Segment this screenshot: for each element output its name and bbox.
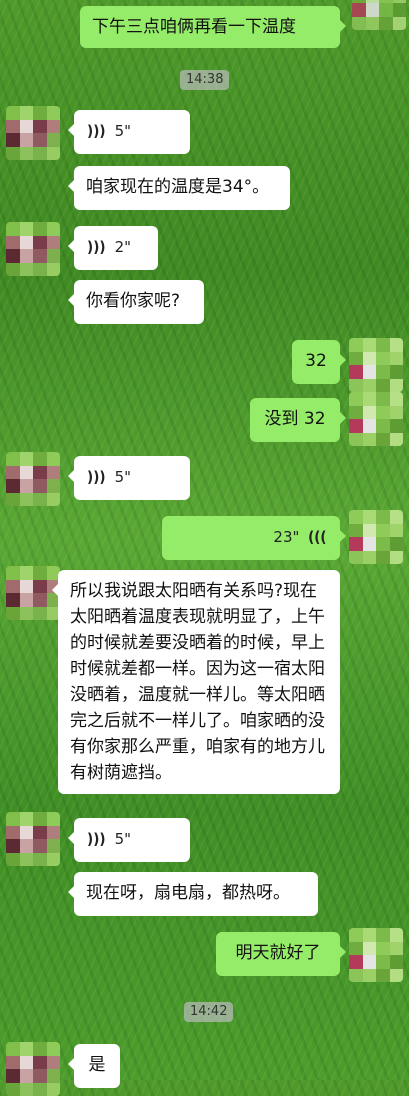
incoming-text-bubble[interactable]: 你看你家呢? (68, 280, 204, 324)
outgoing-voice-bubble[interactable]: 23" ))) (162, 516, 346, 560)
voice-duration: 2" (114, 238, 132, 256)
incoming-voice-bubble[interactable]: ))) 2" (68, 226, 158, 270)
outgoing-text-bubble[interactable]: 明天就好了 (216, 932, 346, 976)
voice-duration: 23" (273, 528, 300, 546)
incoming-text-bubble[interactable]: 是 (68, 1044, 120, 1088)
right-avatar-top[interactable] (352, 0, 406, 30)
right-avatar[interactable] (349, 510, 403, 564)
message-text: 没到 32 (264, 409, 326, 429)
voice-duration: 5" (114, 122, 132, 140)
message-text: 现在呀，扇电扇，都热呀。 (86, 883, 290, 903)
outgoing-text-bubble[interactable]: 下午三点咱俩再看一下温度 (80, 6, 346, 48)
right-avatar[interactable] (349, 928, 403, 982)
message-text: 咱家现在的温度是34°。 (86, 177, 270, 197)
left-avatar[interactable] (6, 452, 60, 506)
incoming-text-bubble[interactable]: 现在呀，扇电扇，都热呀。 (68, 872, 318, 916)
timestamp: 14:42 (184, 1002, 234, 1022)
message-text: 明天就好了 (235, 943, 321, 963)
message-text: 所以我说跟太阳晒有关系吗?现在太阳晒着温度表现就明显了，上午的时候就差要没晒着的… (70, 581, 325, 783)
left-avatar[interactable] (6, 812, 60, 866)
message-text: 32 (305, 351, 327, 371)
voice-duration: 5" (114, 468, 132, 486)
incoming-text-bubble[interactable]: 咱家现在的温度是34°。 (68, 166, 290, 210)
voice-wave-icon: ))) (87, 468, 106, 486)
chat-area[interactable]: 下午三点咱俩再看一下温度 14:38 ))) 5" 咱家现在的温度是34°。 )… (0, 0, 409, 1096)
left-avatar[interactable] (6, 106, 60, 160)
voice-wave-icon: ))) (87, 238, 106, 256)
message-text: 你看你家呢? (86, 291, 181, 311)
incoming-voice-bubble[interactable]: ))) 5" (68, 110, 190, 154)
message-text: 是 (88, 1055, 106, 1075)
right-avatar[interactable] (349, 392, 403, 446)
message-text: 下午三点咱俩再看一下温度 (92, 17, 296, 37)
voice-wave-icon: ))) (308, 528, 327, 546)
incoming-voice-bubble[interactable]: ))) 5" (68, 456, 190, 500)
voice-wave-icon: ))) (87, 830, 106, 848)
left-avatar[interactable] (6, 222, 60, 276)
voice-duration: 5" (114, 830, 132, 848)
incoming-text-bubble[interactable]: 所以我说跟太阳晒有关系吗?现在太阳晒着温度表现就明显了，上午的时候就差要没晒着的… (52, 570, 340, 794)
timestamp: 14:38 (180, 70, 230, 90)
left-avatar[interactable] (6, 1042, 60, 1096)
right-avatar[interactable] (349, 338, 403, 392)
incoming-voice-bubble[interactable]: ))) 5" (68, 818, 190, 862)
voice-wave-icon: ))) (87, 122, 106, 140)
outgoing-text-bubble[interactable]: 没到 32 (250, 398, 346, 442)
outgoing-text-bubble[interactable]: 32 (292, 340, 346, 384)
